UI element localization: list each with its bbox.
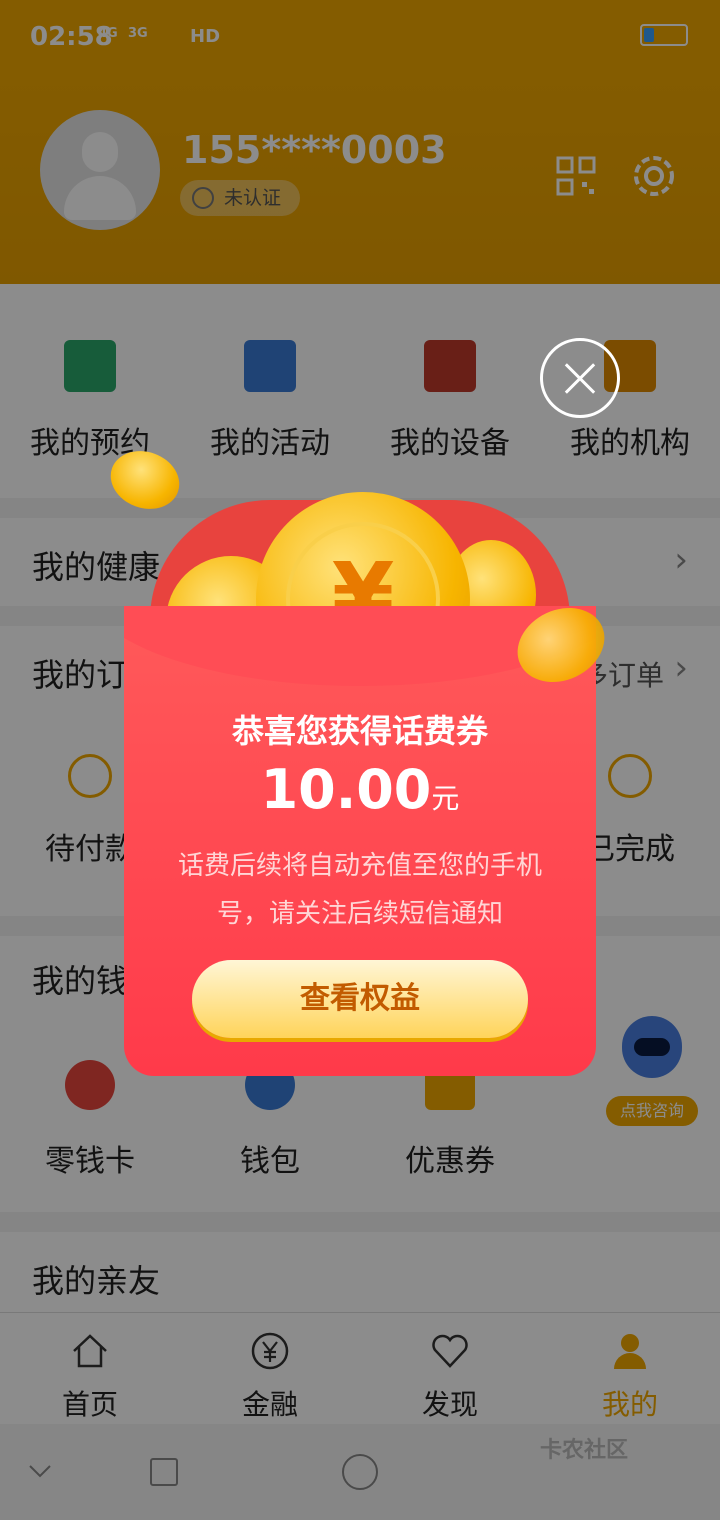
view-benefits-button[interactable]: 查看权益 xyxy=(192,960,528,1038)
reward-popup: 恭喜您获得话费券 10.00元 话费后续将自动充值至您的手机号，请关注后续短信通… xyxy=(124,606,596,1076)
amount-unit: 元 xyxy=(431,782,460,815)
close-button[interactable] xyxy=(540,338,620,418)
amount-value: 10.00 xyxy=(260,758,432,821)
watermark-logo: 卡农社区 xyxy=(540,1438,629,1463)
popup-amount: 10.00元 xyxy=(124,758,596,821)
popup-description: 话费后续将自动充值至您的手机号，请关注后续短信通知 xyxy=(177,851,542,929)
popup-title: 恭喜您获得话费券 xyxy=(231,712,488,750)
